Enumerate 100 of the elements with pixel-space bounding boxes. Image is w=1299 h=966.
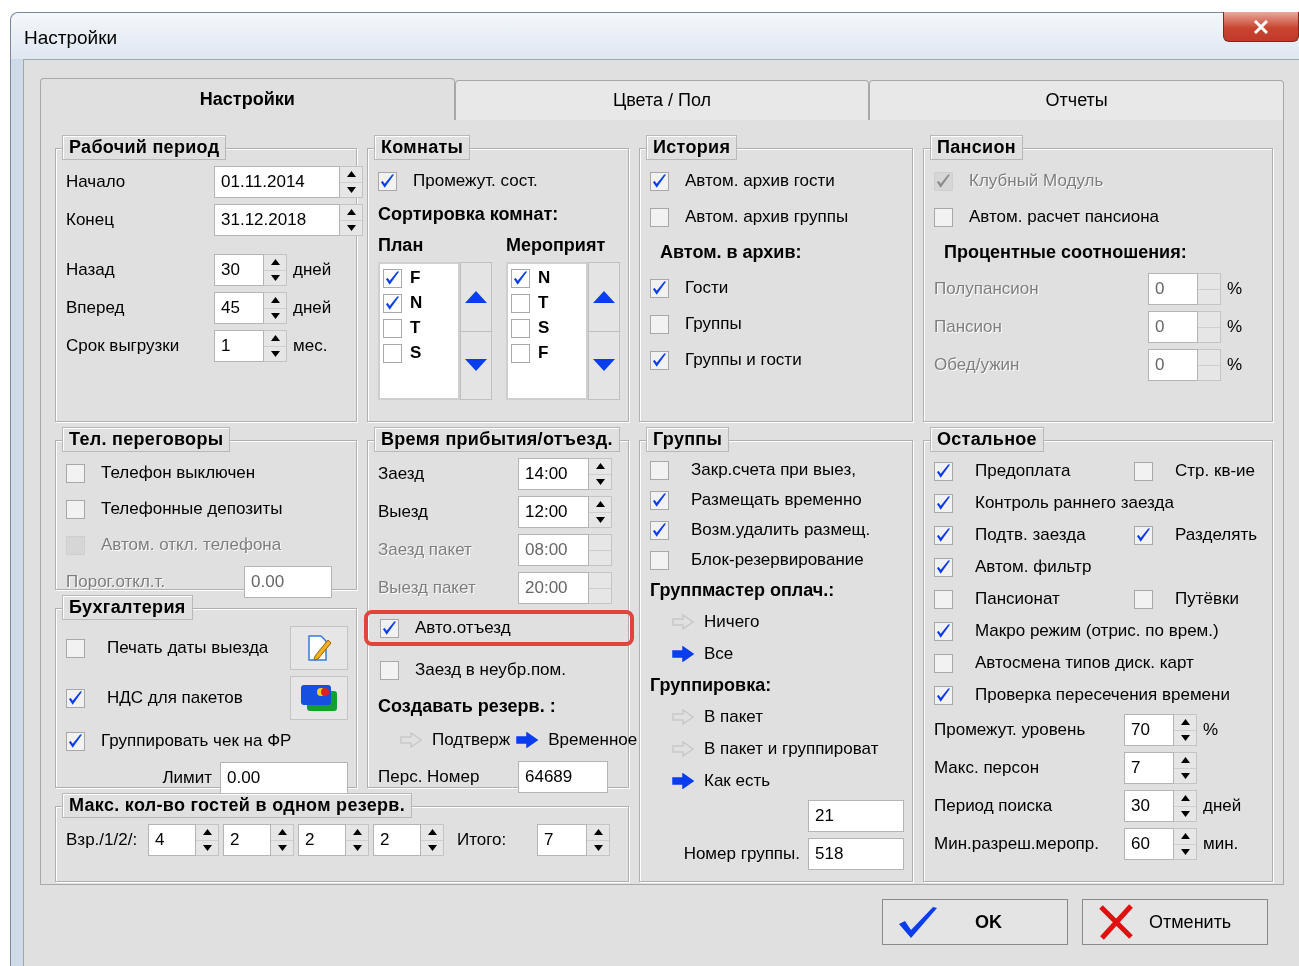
tab[interactable]: Настройки <box>40 78 455 120</box>
checkbox[interactable] <box>650 490 669 510</box>
checkbox[interactable] <box>66 688 85 708</box>
up-caret-icon <box>270 335 280 342</box>
up-caret-icon <box>202 829 212 836</box>
field-label: Мин.разреш.меропр. <box>934 834 1100 854</box>
tool-button[interactable] <box>290 626 348 670</box>
checkbox[interactable] <box>380 618 399 638</box>
checkbox[interactable] <box>66 499 85 519</box>
field-label: Итого: <box>457 830 508 850</box>
checkbox[interactable] <box>934 653 953 673</box>
checkbox[interactable] <box>934 525 953 545</box>
checkbox-label: Группы <box>685 314 742 334</box>
checkbox[interactable] <box>383 293 402 313</box>
list-entry[interactable]: S <box>538 318 550 338</box>
checkbox[interactable] <box>380 660 399 680</box>
tool-button[interactable] <box>290 676 348 720</box>
up-caret-icon <box>595 501 605 508</box>
group-title: Время прибытия/отъезд. <box>374 427 620 452</box>
checkbox[interactable] <box>934 461 953 481</box>
down-caret-icon <box>1180 772 1190 779</box>
unit-label: % <box>1227 317 1243 337</box>
list-entry[interactable]: T <box>538 293 549 313</box>
checkbox[interactable] <box>511 293 530 313</box>
checkbox-label: Проверка пересечения времени <box>975 685 1230 705</box>
list-entry[interactable]: N <box>410 293 423 313</box>
list-entry[interactable]: F <box>410 268 421 288</box>
checkbox[interactable] <box>66 638 85 658</box>
checkbox[interactable] <box>1134 589 1153 609</box>
checkbox[interactable] <box>934 621 953 641</box>
checkbox[interactable] <box>650 314 669 334</box>
option[interactable]: В пакет и группироват <box>650 736 904 762</box>
checkbox[interactable] <box>66 731 85 751</box>
check-icon <box>67 689 84 707</box>
field-label: Пансион <box>934 317 1003 337</box>
checkbox[interactable] <box>383 318 402 338</box>
option[interactable]: Все <box>650 641 904 667</box>
field-label: Назад <box>66 260 116 280</box>
checkbox[interactable] <box>934 557 953 577</box>
option[interactable]: В пакет <box>650 704 904 730</box>
checkbox[interactable] <box>383 343 402 363</box>
check-icon <box>935 462 952 480</box>
up-caret-icon <box>270 259 280 266</box>
checkbox[interactable] <box>383 268 402 288</box>
option[interactable]: Как есть <box>650 768 904 794</box>
checkbox[interactable] <box>650 460 669 480</box>
list-entry[interactable]: S <box>410 343 422 363</box>
checkbox[interactable] <box>511 318 530 338</box>
input-field[interactable]: 518 <box>808 838 904 870</box>
input-field[interactable]: 21 <box>808 800 904 832</box>
check-icon <box>897 904 939 940</box>
checkbox-label: Контроль раннего заезда <box>975 493 1174 513</box>
checkbox[interactable] <box>650 520 669 540</box>
input-field[interactable]: 0.00 <box>220 762 348 794</box>
section-heading: Создавать резерв. : <box>378 695 557 718</box>
option[interactable]: Ничего <box>650 609 904 635</box>
check-icon <box>67 732 84 750</box>
up-caret-icon <box>1180 795 1190 802</box>
down-caret-icon <box>270 274 280 281</box>
checkbox-label: Автосмена типов диск. карт <box>975 653 1194 673</box>
list-entry[interactable]: F <box>538 343 549 363</box>
up-caret-icon <box>277 829 287 836</box>
cancel-button[interactable]: Отменить <box>1082 899 1268 945</box>
option[interactable]: Временное <box>510 727 638 753</box>
window-title: Настройки <box>23 26 118 49</box>
checkbox[interactable] <box>650 171 669 191</box>
checkbox[interactable] <box>66 463 85 483</box>
field-label: Конец <box>66 210 115 230</box>
checkbox[interactable] <box>934 207 953 227</box>
list-entry[interactable]: N <box>538 268 551 288</box>
up-caret-icon <box>427 829 437 836</box>
close-button[interactable] <box>1223 12 1299 42</box>
tab[interactable]: Цвета / Пол <box>454 80 870 120</box>
checkbox[interactable] <box>511 268 530 288</box>
checkbox[interactable] <box>650 207 669 227</box>
ok-button[interactable]: OK <box>882 899 1068 945</box>
list-title: План <box>378 234 425 257</box>
down-caret-icon <box>352 844 362 851</box>
field-label: Порог.откл.т. <box>66 572 167 592</box>
group-title: Остальное <box>930 427 1044 452</box>
checkbox-label: Авто.отъезд <box>415 618 511 638</box>
field-label: Лимит <box>162 768 212 788</box>
checkbox[interactable] <box>650 550 669 570</box>
list-entry[interactable]: T <box>410 318 421 338</box>
checkbox[interactable] <box>1134 461 1153 481</box>
checkbox-label: Клубный Модуль <box>969 171 1104 191</box>
check-icon <box>384 294 401 312</box>
checkbox[interactable] <box>511 343 530 363</box>
checkbox[interactable] <box>934 589 953 609</box>
input-field[interactable]: 64689 <box>518 761 608 793</box>
option[interactable]: Подтверж <box>378 727 511 753</box>
check-icon <box>384 269 401 287</box>
checkbox[interactable] <box>378 171 397 191</box>
tab[interactable]: Отчеты <box>869 80 1284 120</box>
checkbox[interactable] <box>650 350 669 370</box>
checkbox[interactable] <box>1134 525 1153 545</box>
checkbox[interactable] <box>934 493 953 513</box>
checkbox-label: Телефонные депозиты <box>101 499 283 519</box>
checkbox[interactable] <box>650 278 669 298</box>
checkbox[interactable] <box>934 685 953 705</box>
